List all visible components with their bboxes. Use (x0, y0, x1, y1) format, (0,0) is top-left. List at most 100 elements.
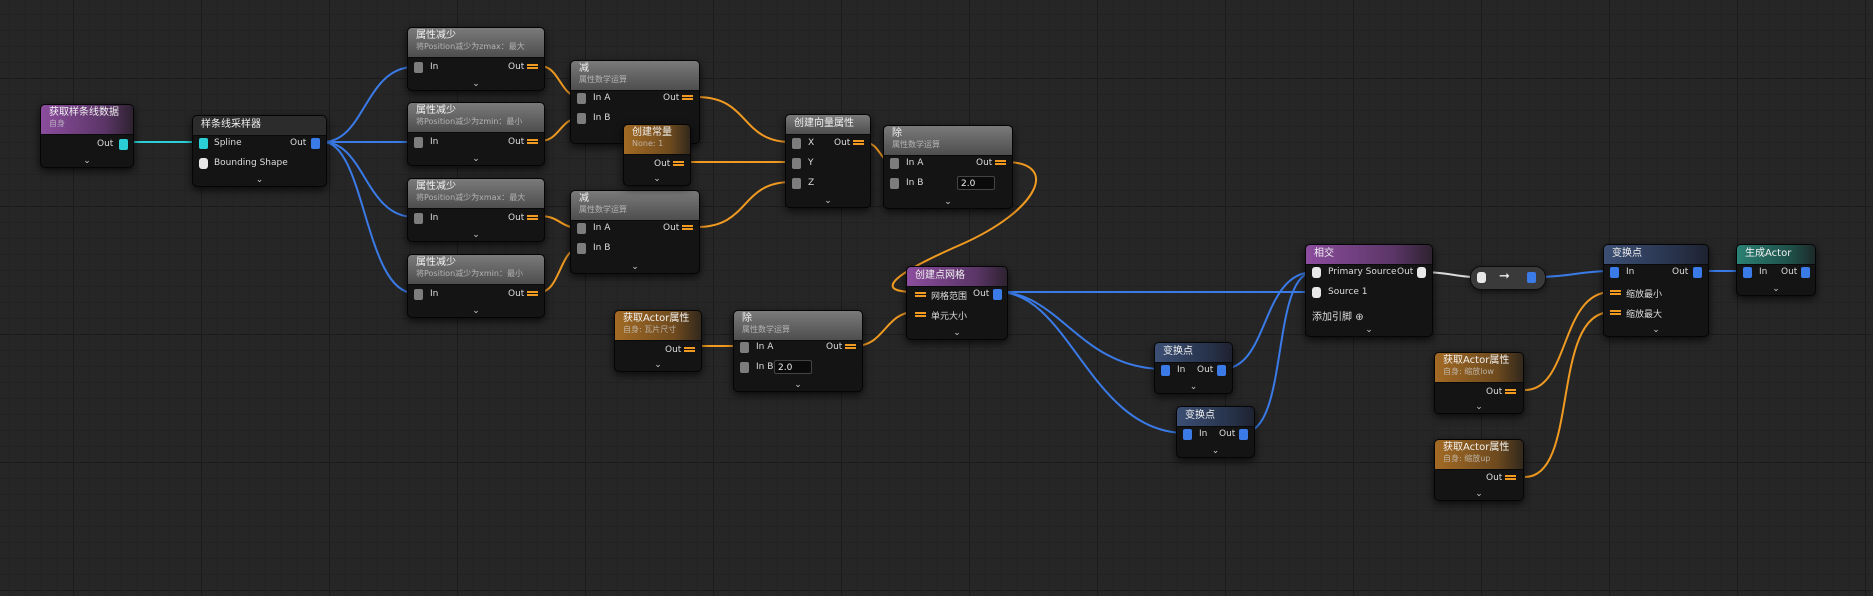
node-attribute-reduce-xmin[interactable]: 属性减少 将Position减少为xmin：最小 In Out ⌄ (407, 254, 545, 318)
expand-chevron-icon[interactable]: ⌄ (824, 196, 832, 206)
output-pin[interactable] (682, 95, 693, 102)
input-pin[interactable] (1743, 267, 1752, 278)
expand-chevron-icon[interactable]: ⌄ (1190, 382, 1198, 392)
scale-max-pin[interactable] (1610, 310, 1621, 317)
node-attribute-reduce-xmax[interactable]: 属性减少 将Position减少为xmax：最大 In Out ⌄ (407, 178, 545, 242)
input-b-pin[interactable] (577, 243, 586, 254)
node-transform-points-1[interactable]: 变换点 In Out ⌄ (1154, 342, 1233, 394)
expand-chevron-icon[interactable]: ⌄ (794, 380, 802, 390)
input-a-pin[interactable] (740, 342, 749, 353)
node-header: 变换点 (1155, 343, 1232, 363)
output-pin[interactable] (311, 138, 320, 149)
node-create-constant[interactable]: 创建常量 None: 1 Out ⌄ (623, 124, 691, 186)
output-pin[interactable] (993, 289, 1002, 300)
expand-chevron-icon[interactable]: ⌄ (1475, 402, 1483, 412)
output-pin[interactable] (845, 344, 856, 351)
in-label: In (1199, 429, 1208, 439)
node-subtract-2[interactable]: 减 属性数学运算 In A In B Out ⌄ (570, 190, 700, 274)
input-pin[interactable] (1610, 267, 1619, 278)
in-label: In (1759, 267, 1768, 277)
node-create-point-grid[interactable]: 创建点网格 网格范围 单元大小 Out ⌄ (906, 266, 1008, 340)
output-pin[interactable] (1239, 429, 1248, 440)
node-divide-2[interactable]: 除 属性数学运算 In A In B 2.0 Out ⌄ (733, 310, 863, 392)
y-input-pin[interactable] (792, 158, 801, 169)
expand-chevron-icon[interactable]: ⌄ (472, 79, 480, 89)
reroute-convert-node[interactable]: ➞ (1470, 266, 1546, 290)
reroute-input-pin[interactable] (1477, 272, 1486, 283)
output-pin[interactable] (527, 139, 538, 146)
expand-chevron-icon[interactable]: ⌄ (472, 230, 480, 240)
input-pin[interactable] (1161, 365, 1170, 376)
input-b-pin[interactable] (890, 178, 899, 189)
node-get-actor-property-low[interactable]: 获取Actor属性 自身: 缩放low Out ⌄ (1434, 352, 1524, 414)
output-pin[interactable] (684, 347, 695, 354)
expand-chevron-icon[interactable]: ⌄ (1475, 489, 1483, 499)
output-pin[interactable] (853, 140, 864, 147)
expand-chevron-icon[interactable]: ⌄ (1212, 446, 1220, 456)
node-spline-sampler[interactable]: 样条线采样器 Spline Bounding Shape Out ⌄ (192, 115, 327, 187)
input-b-pin[interactable] (740, 362, 749, 373)
output-pin[interactable] (682, 225, 693, 232)
spline-input-pin[interactable] (199, 138, 208, 149)
node-attribute-reduce-zmax[interactable]: 属性减少 将Position减少为zmax：最大 In Out ⌄ (407, 27, 545, 91)
grid-extent-pin[interactable] (915, 292, 926, 299)
output-pin[interactable] (995, 160, 1006, 167)
input-pin[interactable] (1183, 429, 1192, 440)
node-make-vector[interactable]: 创建向量属性 X Y Z Out ⌄ (785, 114, 871, 208)
output-pin[interactable] (527, 64, 538, 71)
expand-chevron-icon[interactable]: ⌄ (1772, 284, 1780, 294)
input-pin[interactable] (414, 137, 423, 148)
node-transform-points-2[interactable]: 变换点 In Out ⌄ (1176, 406, 1255, 458)
input-a-pin[interactable] (890, 158, 899, 169)
output-pin[interactable] (673, 161, 684, 168)
expand-chevron-icon[interactable]: ⌄ (1365, 325, 1373, 335)
input-a-pin[interactable] (577, 223, 586, 234)
node-intersection[interactable]: 相交 Primary Source Source 1 Out 添加引脚 ⊕ ⌄ (1305, 244, 1433, 337)
output-pin[interactable] (1505, 475, 1516, 482)
expand-chevron-icon[interactable]: ⌄ (83, 156, 91, 166)
in-b-value-field[interactable]: 2.0 (774, 360, 812, 374)
output-pin[interactable] (527, 291, 538, 298)
node-get-actor-property-tile[interactable]: 获取Actor属性 自身: 瓦片尺寸 Out ⌄ (614, 310, 702, 372)
expand-chevron-icon[interactable]: ⌄ (953, 328, 961, 338)
primary-source-pin[interactable] (1312, 267, 1321, 278)
node-attribute-reduce-zmin[interactable]: 属性减少 将Position减少为zmin：最小 In Out ⌄ (407, 102, 545, 166)
output-pin[interactable] (1217, 365, 1226, 376)
input-pin[interactable] (414, 289, 423, 300)
output-pin[interactable] (119, 139, 128, 150)
scale-min-pin[interactable] (1610, 290, 1621, 297)
add-pin-button[interactable]: 添加引脚 ⊕ (1312, 308, 1364, 323)
expand-chevron-icon[interactable]: ⌄ (256, 175, 264, 185)
cell-size-pin[interactable] (915, 312, 926, 319)
reroute-output-pin[interactable] (1527, 272, 1536, 283)
node-divide-1[interactable]: 除 属性数学运算 In A In B 2.0 Out ⌄ (883, 125, 1013, 209)
input-b-pin[interactable] (577, 113, 586, 124)
output-pin[interactable] (1505, 389, 1516, 396)
x-input-pin[interactable] (792, 138, 801, 149)
expand-chevron-icon[interactable]: ⌄ (653, 174, 661, 184)
node-header: 创建点网格 (907, 267, 1007, 287)
expand-chevron-icon[interactable]: ⌄ (1652, 325, 1660, 335)
z-input-pin[interactable] (792, 178, 801, 189)
output-pin[interactable] (527, 215, 538, 222)
bounding-shape-pin[interactable] (199, 158, 208, 169)
output-pin[interactable] (1801, 267, 1810, 278)
node-header: 属性减少 将Position减少为xmin：最小 (408, 255, 544, 285)
in-b-value-field[interactable]: 2.0 (957, 176, 995, 190)
node-header: 变换点 (1604, 245, 1708, 265)
expand-chevron-icon[interactable]: ⌄ (472, 154, 480, 164)
input-pin[interactable] (414, 62, 423, 73)
expand-chevron-icon[interactable]: ⌄ (472, 306, 480, 316)
expand-chevron-icon[interactable]: ⌄ (631, 262, 639, 272)
node-get-spline-data[interactable]: 获取样条线数据 自身 Out ⌄ (40, 104, 134, 168)
output-pin[interactable] (1417, 267, 1426, 278)
node-get-actor-property-up[interactable]: 获取Actor属性 自身: 缩放up Out ⌄ (1434, 439, 1524, 501)
node-spawn-actor[interactable]: 生成Actor In Out ⌄ (1736, 244, 1816, 296)
expand-chevron-icon[interactable]: ⌄ (654, 360, 662, 370)
input-pin[interactable] (414, 213, 423, 224)
node-transform-points-3[interactable]: 变换点 In 缩放最小 缩放最大 Out ⌄ (1603, 244, 1709, 337)
source-1-pin[interactable] (1312, 287, 1321, 298)
expand-chevron-icon[interactable]: ⌄ (944, 197, 952, 207)
input-a-pin[interactable] (577, 93, 586, 104)
output-pin[interactable] (1693, 267, 1702, 278)
